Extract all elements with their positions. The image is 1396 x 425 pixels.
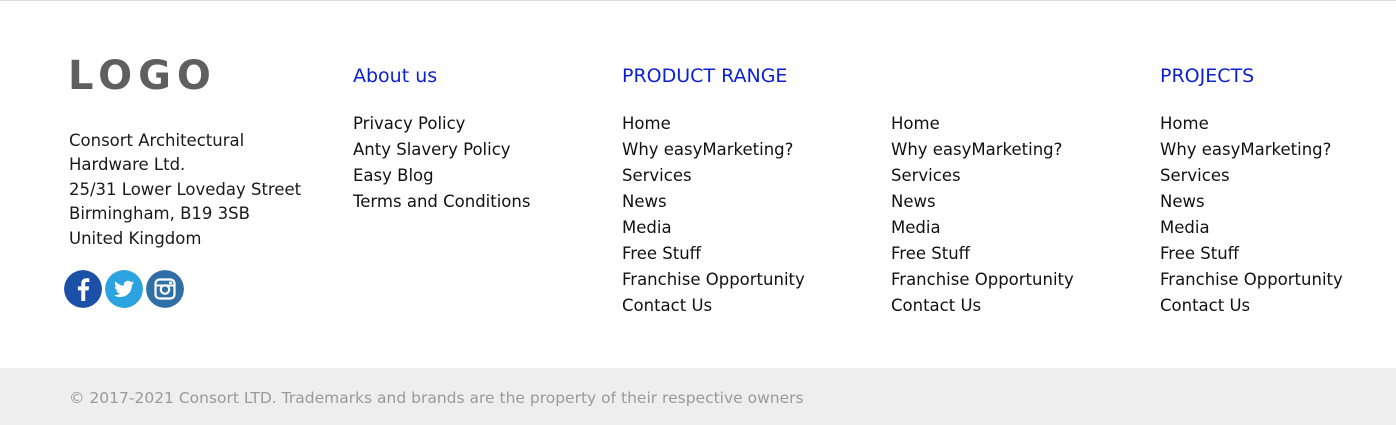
about-column: About us Privacy Policy Anty Slavery Pol… [353, 63, 530, 211]
footer-link[interactable]: Free Stuff [891, 241, 1074, 267]
instagram-icon[interactable] [146, 270, 184, 308]
projects-column: PROJECTS Home Why easyMarketing? Service… [1160, 63, 1343, 315]
copyright-text: © 2017-2021 Consort LTD. Trademarks and … [69, 389, 804, 407]
footer-link[interactable]: Contact Us [622, 293, 805, 319]
footer-link[interactable]: Franchise Opportunity [622, 267, 805, 293]
footer-link[interactable]: Free Stuff [1160, 241, 1343, 267]
footer-link[interactable]: Free Stuff [622, 241, 805, 267]
address-line: United Kingdom [69, 228, 202, 248]
site-footer: LOGO Consort Architectural Hardware Ltd.… [0, 0, 1396, 425]
extra-links: Home Why easyMarketing? Services News Me… [891, 111, 1074, 319]
footer-link[interactable]: Home [1160, 111, 1343, 137]
twitter-icon[interactable] [105, 270, 143, 308]
footer-link[interactable]: Easy Blog [353, 163, 530, 189]
facebook-icon[interactable] [64, 270, 102, 308]
address-line: Consort Architectural [69, 131, 245, 150]
company-address: Consort Architectural Hardware Ltd. 25/3… [69, 129, 301, 251]
footer-link[interactable]: Why easyMarketing? [891, 137, 1074, 163]
footer-link[interactable]: Media [1160, 215, 1343, 241]
product-range-links: Home Why easyMarketing? Services News Me… [622, 111, 805, 319]
footer-link[interactable]: Services [891, 163, 1074, 189]
product-range-column: PRODUCT RANGE Home Why easyMarketing? Se… [622, 63, 805, 315]
projects-links: Home Why easyMarketing? Services News Me… [1160, 111, 1343, 319]
footer-link[interactable]: Franchise Opportunity [891, 267, 1074, 293]
social-links [64, 270, 184, 308]
about-heading[interactable]: About us [353, 63, 437, 89]
product-range-heading[interactable]: PRODUCT RANGE [622, 63, 787, 89]
footer-link[interactable]: Media [891, 215, 1074, 241]
footer-link[interactable]: Contact Us [1160, 293, 1343, 319]
footer-link[interactable]: Why easyMarketing? [1160, 137, 1343, 163]
footer-link[interactable]: News [1160, 189, 1343, 215]
footer-link[interactable]: Media [622, 215, 805, 241]
logo[interactable]: LOGO [68, 55, 217, 97]
footer-link[interactable]: Terms and Conditions [353, 189, 530, 215]
footer-link[interactable]: Why easyMarketing? [622, 137, 805, 163]
address-line: 25/31 Lower Loveday Street [69, 179, 302, 199]
footer-link[interactable]: Home [891, 111, 1074, 137]
address-line: Hardware Ltd. [69, 155, 186, 175]
footer-link[interactable]: News [891, 189, 1074, 215]
copyright-bar: © 2017-2021 Consort LTD. Trademarks and … [0, 368, 1396, 425]
footer-link[interactable]: Home [622, 111, 805, 137]
footer-link[interactable]: Contact Us [891, 293, 1074, 319]
footer-link[interactable]: Services [622, 163, 805, 189]
footer-link[interactable]: Privacy Policy [353, 111, 530, 137]
projects-heading[interactable]: PROJECTS [1160, 63, 1254, 89]
about-links: Privacy Policy Anty Slavery Policy Easy … [353, 111, 530, 215]
footer-link[interactable]: Services [1160, 163, 1343, 189]
footer-link[interactable]: Franchise Opportunity [1160, 267, 1343, 293]
footer-link[interactable]: News [622, 189, 805, 215]
address-line: Birmingham, B19 3SB [69, 204, 250, 224]
footer-link[interactable]: Anty Slavery Policy [353, 137, 530, 163]
